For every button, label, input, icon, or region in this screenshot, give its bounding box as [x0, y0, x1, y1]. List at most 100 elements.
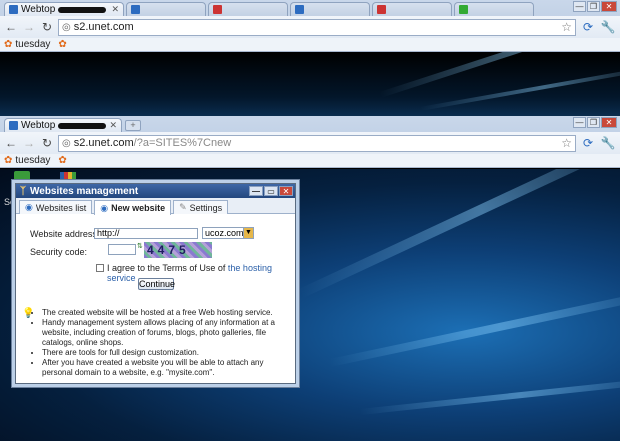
back-icon[interactable]: ←: [4, 136, 18, 150]
page-content-1: [0, 52, 620, 116]
tab-settings[interactable]: ✎ Settings: [173, 200, 229, 214]
close-tab-icon[interactable]: ✕: [109, 120, 117, 131]
dialog-titlebar[interactable]: ᛉ Websites management — ▭ ✕: [16, 184, 295, 198]
address-bar[interactable]: ◎ s2.unet.com ☆: [58, 18, 576, 36]
favicon-icon: [213, 5, 222, 14]
favicon-icon: [131, 5, 140, 14]
window-controls: — ❐ ✕: [573, 1, 617, 12]
bookmarks-bar: ✿ tuesday ✿: [0, 154, 620, 168]
tab-3[interactable]: [208, 2, 288, 16]
list-item: Handy management system allows placing o…: [42, 318, 292, 348]
chevron-down-icon[interactable]: ▼: [243, 228, 253, 238]
favicon-icon: [295, 5, 304, 14]
refresh-captcha-icon[interactable]: ⇅: [137, 242, 143, 250]
wrench-icon[interactable]: 🔧: [600, 135, 616, 151]
tab-new-website[interactable]: ◉ New website: [94, 200, 172, 215]
favicon-icon: [377, 5, 386, 14]
bookmark-icon[interactable]: ✿: [58, 155, 66, 166]
wallpaper-beam: [297, 169, 620, 299]
captcha-image: 4475: [144, 242, 212, 258]
maximize-icon[interactable]: ❐: [587, 117, 600, 128]
favicon-icon: [459, 5, 468, 14]
nav-toolbar: ← → ↻ ◎ s2.unet.com /?a=SITES%7Cnew ☆ ⟳ …: [0, 132, 620, 154]
bookmark-star-icon[interactable]: ☆: [561, 136, 572, 150]
dialog-controls: — ▭ ✕: [249, 186, 293, 196]
security-code-label: Security code:: [30, 247, 88, 257]
window-controls: — ❐ ✕: [573, 117, 617, 128]
redacted-scribble: [58, 6, 107, 13]
bookmark-star-icon[interactable]: ☆: [561, 20, 572, 34]
website-address-input[interactable]: http://: [94, 228, 198, 239]
wallpaper-beam: [359, 375, 620, 415]
dialog-title: Websites management: [30, 185, 139, 197]
tab-label: Webtop: [21, 4, 56, 15]
domain-select-value: ucoz.com: [205, 228, 244, 238]
minimize-icon[interactable]: —: [249, 186, 263, 196]
favicon-icon: [9, 121, 18, 130]
new-website-form: Website address: http:// ucoz.com ▼ Secu…: [16, 214, 295, 309]
forward-icon[interactable]: →: [22, 136, 36, 150]
url-domain: s2.unet.com: [73, 137, 134, 149]
domain-select[interactable]: ucoz.com ▼: [202, 227, 254, 239]
url-domain: s2.unet.com: [73, 21, 134, 33]
new-tab-button[interactable]: +: [125, 120, 141, 131]
tab-websites-list[interactable]: ◉ Websites list: [19, 200, 93, 214]
close-icon[interactable]: ✕: [279, 186, 293, 196]
favicon-icon: [9, 5, 18, 14]
website-address-label: Website address:: [30, 229, 100, 239]
close-window-icon[interactable]: ✕: [601, 117, 617, 128]
close-tab-icon[interactable]: ✕: [111, 4, 119, 15]
tab-label: Websites list: [35, 202, 87, 213]
maximize-icon[interactable]: ❐: [587, 1, 600, 12]
bookmark-icon[interactable]: ✿: [58, 39, 66, 50]
tab-webtop[interactable]: Webtop ✕: [4, 118, 122, 132]
back-icon[interactable]: ←: [4, 20, 18, 34]
globe-icon: ◎: [62, 21, 71, 33]
tab-2[interactable]: [126, 2, 206, 16]
forward-icon[interactable]: →: [22, 20, 36, 34]
info-list: 💡 The created website will be hosted at …: [22, 308, 292, 378]
url-path: /?a=SITES%7Cnew: [133, 137, 232, 149]
agree-text-label: I agree to the Terms of Use of: [107, 263, 226, 273]
extension-icon[interactable]: ⟳: [580, 135, 596, 151]
extension-icon[interactable]: ⟳: [580, 19, 596, 35]
lightbulb-icon: 💡: [22, 308, 35, 319]
tab-label: Settings: [189, 202, 223, 213]
redacted-scribble: [58, 122, 107, 129]
reload-icon[interactable]: ↻: [40, 20, 54, 34]
globe-icon: ◉: [25, 202, 33, 212]
globe-icon: ◎: [62, 137, 71, 149]
continue-button[interactable]: Continue: [138, 278, 175, 290]
tab-strip: Webtop ✕ — ❐ ✕: [0, 0, 620, 16]
address-bar[interactable]: ◎ s2.unet.com /?a=SITES%7Cnew ☆: [58, 134, 576, 152]
browser-window-1: Webtop ✕ — ❐ ✕ ← → ↻ ◎ s2.unet.com ☆ ⟳ 🔧…: [0, 0, 620, 52]
close-window-icon[interactable]: ✕: [601, 1, 617, 12]
minimize-icon[interactable]: —: [573, 117, 586, 128]
reload-icon[interactable]: ↻: [40, 136, 54, 150]
tab-webtop[interactable]: Webtop ✕: [4, 2, 124, 16]
list-item: There are tools for full design customiz…: [42, 348, 292, 358]
security-code-input[interactable]: [108, 244, 136, 255]
agree-checkbox[interactable]: [96, 264, 104, 272]
list-item: The created website will be hosted at a …: [42, 308, 292, 318]
browser-window-2: Webtop ✕ + — ❐ ✕ ← → ↻ ◎ s2.unet.com /?a…: [0, 116, 620, 168]
bookmark-icon: ✿: [4, 155, 13, 166]
tab-4[interactable]: [290, 2, 370, 16]
wrench-icon[interactable]: 🔧: [600, 19, 616, 35]
tab-strip: Webtop ✕ + — ❐ ✕: [0, 116, 620, 132]
ucoz-logo-icon: ᛉ: [20, 185, 26, 197]
tab-5[interactable]: [372, 2, 452, 16]
bookmark-tuesday[interactable]: tuesday: [15, 39, 50, 50]
list-item: After you have created a website you wil…: [42, 358, 292, 378]
wallpaper-beam: [329, 286, 620, 367]
maximize-icon[interactable]: ▭: [264, 186, 278, 196]
tab-6[interactable]: [454, 2, 534, 16]
tab-label: Webtop: [21, 120, 56, 131]
bookmark-tuesday[interactable]: tuesday: [15, 155, 50, 166]
nav-toolbar: ← → ↻ ◎ s2.unet.com ☆ ⟳ 🔧: [0, 16, 620, 38]
new-site-icon: ◉: [100, 202, 109, 213]
bookmark-icon: ✿: [4, 39, 13, 50]
agree-text: I agree to the Terms of Use of the hosti…: [107, 263, 295, 283]
dialog-tabs: ◉ Websites list ◉ New website ✎ Settings: [16, 198, 295, 215]
minimize-icon[interactable]: —: [573, 1, 586, 12]
